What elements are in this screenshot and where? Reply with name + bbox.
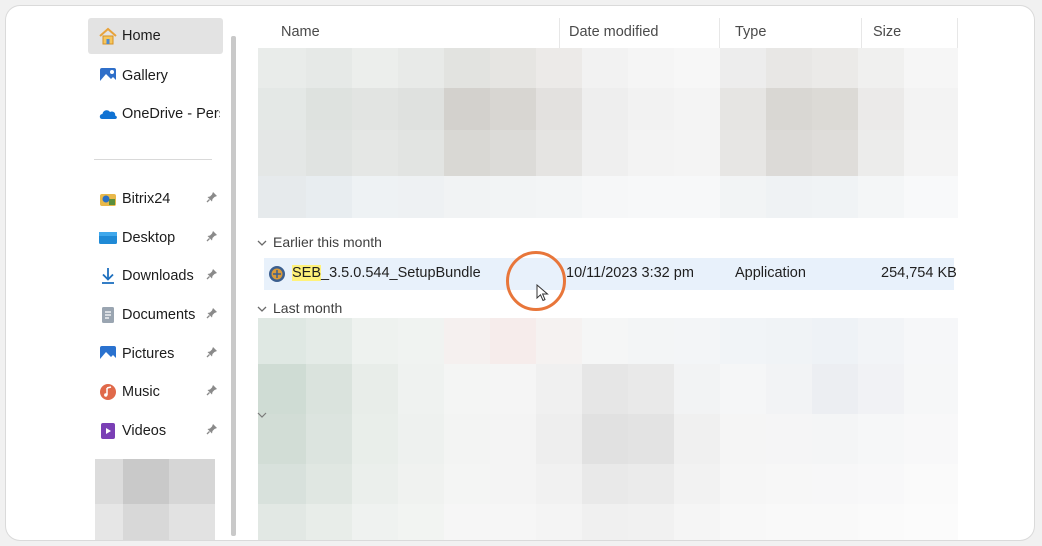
group-header-earlier-this-month[interactable]: Earlier this month <box>256 234 382 250</box>
sidebar-item-label: Downloads <box>122 268 194 284</box>
sidebar-item-gallery[interactable]: Gallery <box>88 58 223 94</box>
sidebar-item-label: Pictures <box>122 346 175 362</box>
column-separator[interactable] <box>559 18 560 48</box>
bitrix-folder-icon <box>98 189 118 209</box>
sidebar-scrollbar[interactable] <box>231 36 236 536</box>
explorer-window: Home Gallery OneDrive - Perso Bitrix24 <box>6 6 1034 540</box>
pin-icon[interactable] <box>206 423 220 437</box>
gallery-icon <box>98 66 118 86</box>
sidebar-item-documents[interactable]: Documents <box>88 297 223 333</box>
sidebar-item-music[interactable]: Music <box>88 374 223 410</box>
documents-icon <box>98 305 118 325</box>
videos-icon <box>98 421 118 441</box>
chevron-down-icon[interactable] <box>256 408 268 420</box>
pin-icon[interactable] <box>206 307 220 321</box>
sidebar-divider <box>94 159 212 160</box>
seb-app-icon <box>268 265 286 283</box>
file-date-modified: 10/11/2023 3:32 pm <box>566 265 694 281</box>
sidebar-item-label: Desktop <box>122 230 176 246</box>
download-icon <box>98 266 118 286</box>
sidebar-item-label: Documents <box>122 307 196 323</box>
pin-icon[interactable] <box>206 230 220 244</box>
sidebar-item-desktop[interactable]: Desktop <box>88 220 223 256</box>
column-header-name[interactable]: Name <box>281 24 320 40</box>
search-highlight: SEB <box>292 265 322 281</box>
column-separator[interactable] <box>957 18 958 48</box>
music-icon <box>98 382 118 402</box>
sidebar-item-label: OneDrive - Perso <box>122 106 220 122</box>
sidebar-item-label: Bitrix24 <box>122 191 171 207</box>
group-label: Earlier this month <box>273 234 382 250</box>
onedrive-icon <box>98 104 118 124</box>
sidebar-item-downloads[interactable]: Downloads <box>88 258 223 294</box>
group-label: Last month <box>273 300 343 316</box>
desktop-folder-icon <box>98 228 118 248</box>
file-name: SEB_3.5.0.544_SetupBundle <box>292 265 481 281</box>
pin-icon[interactable] <box>206 346 220 360</box>
column-header-row: Name Date modified Type Size <box>249 18 969 48</box>
blurred-file-list-top <box>258 48 958 218</box>
home-icon <box>98 26 118 46</box>
sidebar-item-bitrix24[interactable]: Bitrix24 <box>88 181 223 217</box>
blurred-file-list-bottom <box>258 318 958 540</box>
sidebar-item-label: Gallery <box>122 68 168 84</box>
column-header-size[interactable]: Size <box>873 24 901 40</box>
file-row-seb-setupbundle[interactable]: SEB_3.5.0.544_SetupBundle 10/11/2023 3:3… <box>264 258 957 290</box>
pin-icon[interactable] <box>206 268 220 282</box>
pin-icon[interactable] <box>206 191 220 205</box>
sidebar-item-onedrive[interactable]: OneDrive - Perso <box>88 96 223 132</box>
column-separator[interactable] <box>719 18 720 48</box>
pictures-icon <box>98 344 118 364</box>
group-header-last-month[interactable]: Last month <box>256 300 342 316</box>
sidebar-item-videos[interactable]: Videos <box>88 413 223 449</box>
file-type: Application <box>735 265 806 281</box>
mouse-cursor-icon <box>536 283 550 302</box>
sidebar-item-home[interactable]: Home <box>88 18 223 54</box>
file-name-rest: _3.5.0.544_SetupBundle <box>321 265 481 281</box>
sidebar-item-label: Home <box>122 28 161 44</box>
column-header-date-modified[interactable]: Date modified <box>569 24 658 40</box>
sidebar-item-label: Videos <box>122 423 167 439</box>
sidebar-item-pictures[interactable]: Pictures <box>88 336 223 372</box>
chevron-down-icon <box>256 302 268 314</box>
chevron-down-icon <box>256 236 268 248</box>
file-size: 254,754 KB <box>881 265 957 281</box>
sidebar-item-label: Music <box>122 384 160 400</box>
pin-icon[interactable] <box>206 384 220 398</box>
blurred-sidebar-region <box>95 459 215 540</box>
column-header-type[interactable]: Type <box>735 24 766 40</box>
column-separator[interactable] <box>861 18 862 48</box>
